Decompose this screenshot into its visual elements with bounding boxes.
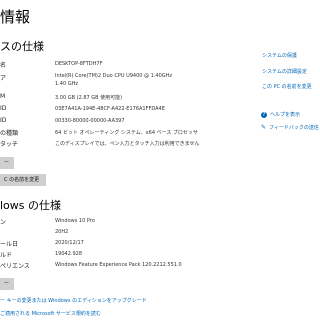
feedback-link[interactable]: ✎ フィードバックの送信 bbox=[261, 124, 319, 131]
spec-value-processor: Intel(R) Core(TM)2 Duo CPU U9400 @ 1.40G… bbox=[55, 73, 173, 79]
spec-value-product-id: 00330-80000-00000-AA397 bbox=[55, 118, 125, 124]
service-agreement-link[interactable]: ご適用される Microsoft サービス規約を読む bbox=[0, 310, 101, 317]
win-value-os-build: 19042.928 bbox=[55, 251, 83, 257]
system-protection-link[interactable]: システムの保護 bbox=[262, 52, 297, 59]
spec-label-device-name: 名 bbox=[0, 62, 7, 69]
copy-windows-specs-button[interactable]: ー bbox=[0, 278, 14, 290]
spec-label-pen-touch: タッチ bbox=[0, 141, 19, 148]
upgrade-edition-link[interactable]: ー キーの変更または Windows のエディションをアップグレード bbox=[0, 297, 147, 304]
spec-label-device-id: ID bbox=[0, 105, 7, 112]
rename-this-pc-link[interactable]: この PC の名前を変更 bbox=[262, 83, 312, 90]
spec-label-system-type: の種類 bbox=[0, 130, 19, 137]
win-label-install-date: ール日 bbox=[0, 241, 19, 248]
spec-label-processor: ア bbox=[0, 75, 7, 82]
win-label-edition: ン bbox=[0, 219, 7, 226]
spec-value-pen-touch: このディスプレイでは、ペン入力とタッチ入力は利用できません bbox=[55, 141, 200, 147]
page-title: 情報 bbox=[0, 8, 31, 26]
spec-value-device-name: DESKTOP-8FTDH7F bbox=[55, 61, 103, 67]
spec-value-ram: 3.00 GB (2.87 GB 使用可能) bbox=[55, 95, 123, 101]
spec-value-system-type: 64 ビット オペレーティング システム、x64 ベース プロセッサ bbox=[55, 130, 198, 136]
spec-label-product-id: ID bbox=[0, 117, 7, 124]
win-value-experience: Windows Feature Experience Pack 120.2212… bbox=[55, 262, 182, 268]
feedback-label: フィードバックの送信 bbox=[269, 125, 319, 131]
spec-value-processor-speed: 1.40 GHz bbox=[55, 81, 78, 87]
help-icon: ? bbox=[261, 111, 267, 118]
win-label-experience: ペリエンス bbox=[0, 263, 30, 270]
get-help-label: ヘルプを表示 bbox=[270, 112, 301, 118]
copy-device-specs-button[interactable]: ー bbox=[0, 157, 14, 169]
win-label-os-build: ルド bbox=[0, 252, 13, 259]
win-value-install-date: 2020/12/17 bbox=[55, 240, 84, 246]
win-value-edition: Windows 10 Pro bbox=[55, 218, 95, 224]
spec-label-ram: M bbox=[0, 93, 6, 100]
device-specs-heading: スの仕様 bbox=[0, 40, 44, 53]
feedback-icon: ✎ bbox=[261, 124, 267, 131]
spec-value-device-id: 03E7A41A-194E-48CF-A422-E176A1FFDA4E bbox=[55, 106, 165, 112]
advanced-system-settings-link[interactable]: システムの詳細設定 bbox=[262, 68, 307, 75]
rename-pc-button[interactable]: C の名前を変更 bbox=[0, 174, 46, 186]
windows-specs-heading: lows の仕様 bbox=[0, 199, 62, 212]
get-help-link[interactable]: ? ヘルプを表示 bbox=[261, 111, 300, 118]
win-value-version: 20H2 bbox=[55, 229, 69, 235]
